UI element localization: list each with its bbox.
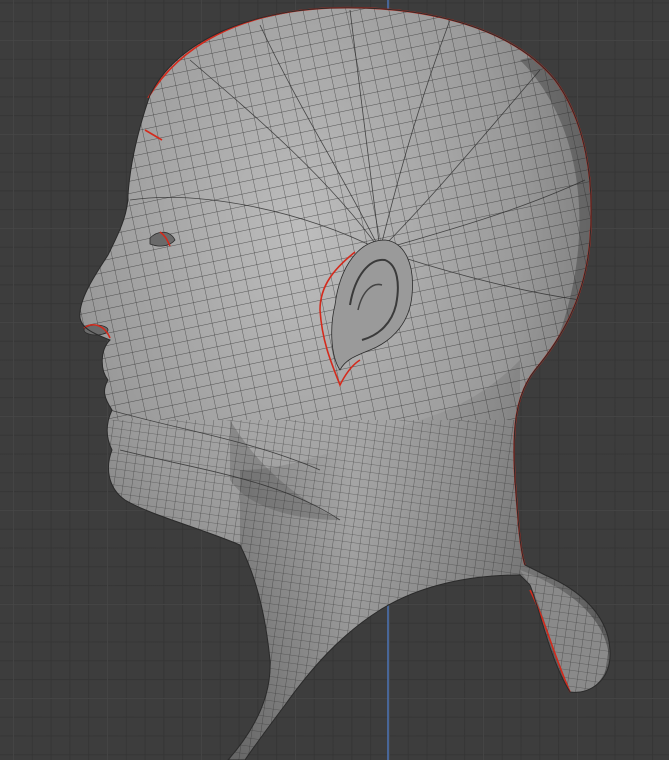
- head-mesh[interactable]: [0, 0, 669, 760]
- 3d-viewport[interactable]: [0, 0, 669, 760]
